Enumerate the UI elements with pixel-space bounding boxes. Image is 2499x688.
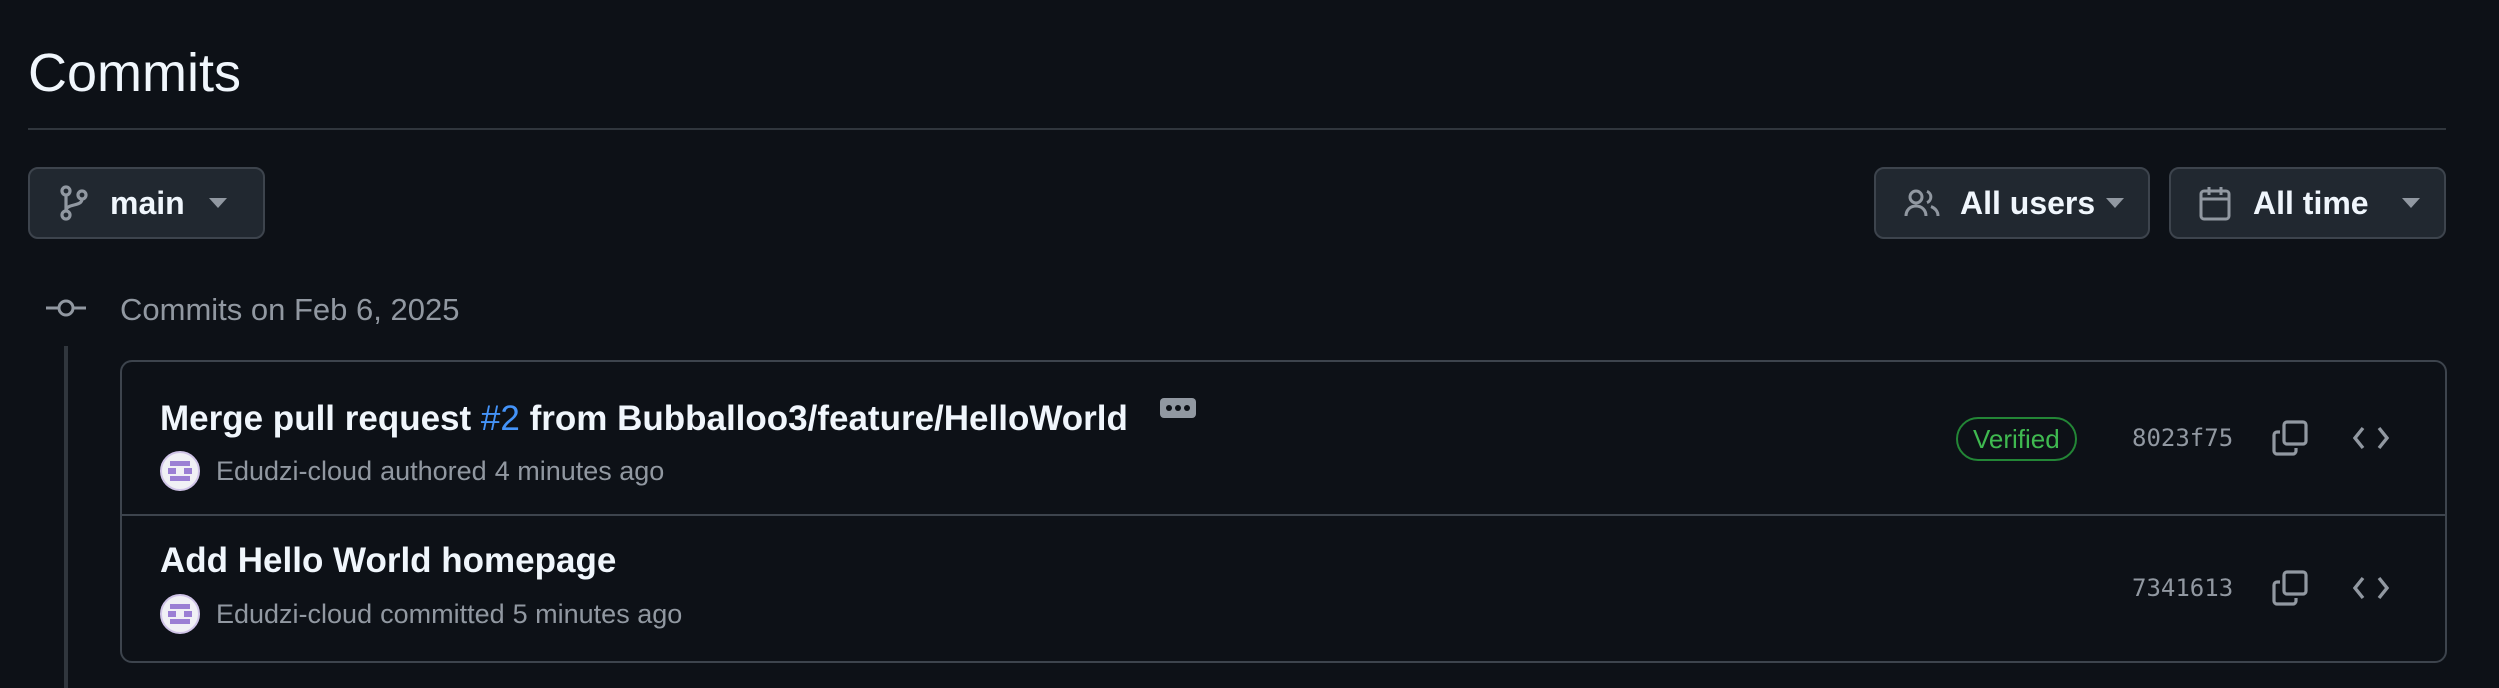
time-filter-label: All time — [2253, 184, 2369, 221]
expand-message-button[interactable] — [1159, 398, 1196, 418]
calendar-icon — [2199, 185, 2231, 221]
relative-time: 5 minutes ago — [512, 598, 683, 629]
chevron-down-icon — [208, 198, 227, 208]
copy-icon[interactable] — [2266, 414, 2314, 462]
code-icon[interactable] — [2347, 564, 2395, 612]
chevron-down-icon — [2402, 198, 2420, 208]
users-filter-button[interactable]: All users — [1874, 167, 2150, 239]
commit-title[interactable]: Merge pull request #2 from Bubballoo3/fe… — [160, 396, 1196, 442]
author-link[interactable]: Edudzi-cloud — [216, 456, 372, 487]
timeline-line — [64, 346, 68, 688]
time-filter-button[interactable]: All time — [2169, 167, 2446, 239]
commit-sha[interactable]: 7341613 — [2132, 571, 2233, 605]
author-link[interactable]: Edudzi-cloud — [216, 599, 372, 630]
people-icon — [1904, 188, 1940, 218]
commit-title-text[interactable]: Merge pull request — [160, 399, 481, 438]
pull-request-link[interactable]: #2 — [481, 399, 520, 438]
users-filter-label: All users — [1960, 184, 2096, 221]
code-icon[interactable] — [2347, 414, 2395, 462]
git-branch-icon — [58, 185, 90, 221]
commit-action: authored — [380, 455, 487, 486]
verified-badge[interactable]: Verified — [1956, 417, 2077, 461]
commit-meta: Edudzi-cloud authored 4 minutes ago — [160, 451, 664, 491]
page-title: Commits — [28, 43, 241, 103]
copy-icon[interactable] — [2266, 564, 2314, 612]
title-divider — [28, 128, 2446, 130]
avatar[interactable] — [160, 451, 216, 491]
relative-time: 4 minutes ago — [494, 455, 665, 486]
commit-sha[interactable]: 8023f75 — [2132, 421, 2233, 455]
commit-group-heading: Commits on Feb 6, 2025 — [120, 292, 460, 327]
chevron-down-icon — [2106, 198, 2124, 208]
commit-title[interactable]: Add Hello World homepage — [160, 538, 616, 584]
commit-title-text[interactable]: from Bubballoo3/feature/HelloWorld — [520, 399, 1128, 438]
commit-row: Add Hello World homepage Edudzi-cloud co… — [122, 516, 2445, 661]
commit-row: Merge pull request #2 from Bubballoo3/fe… — [122, 362, 2445, 516]
commit-action: committed — [380, 598, 505, 629]
branch-select-button[interactable]: main — [28, 167, 265, 239]
commit-meta: Edudzi-cloud committed 5 minutes ago — [160, 594, 682, 634]
branch-label: main — [110, 184, 185, 221]
git-commit-icon — [46, 296, 86, 325]
avatar[interactable] — [160, 594, 216, 634]
commit-list: Merge pull request #2 from Bubballoo3/fe… — [120, 360, 2447, 663]
